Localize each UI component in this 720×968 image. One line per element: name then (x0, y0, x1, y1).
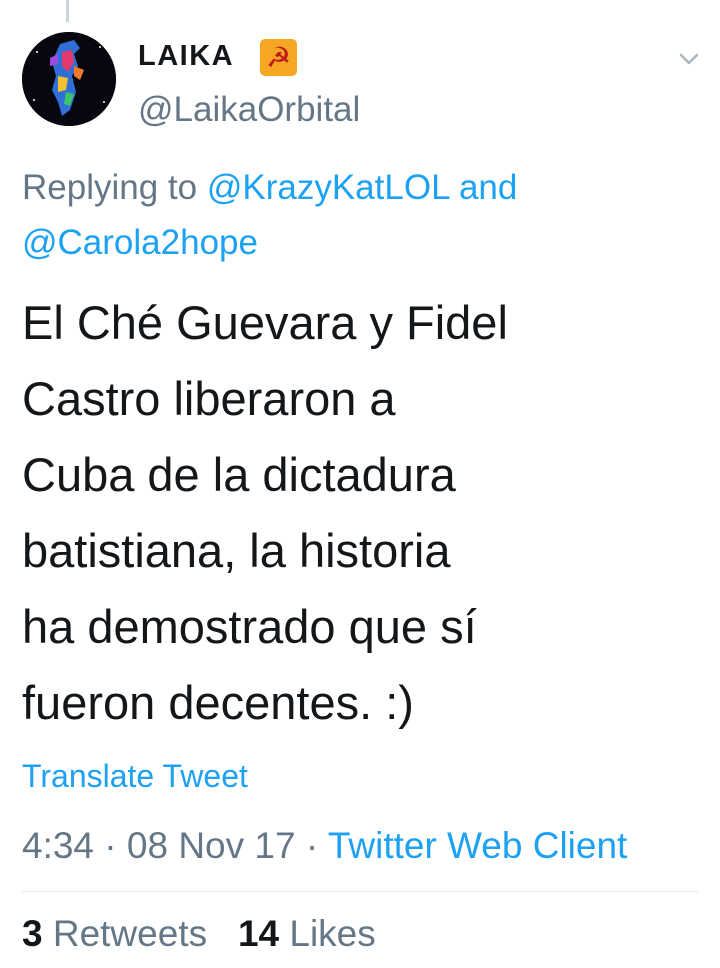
thread-connector-line (66, 0, 69, 22)
tweet-stats: 3 Retweets 14 Likes (22, 913, 376, 955)
avatar-image (22, 32, 116, 126)
translate-tweet-link[interactable]: Translate Tweet (22, 758, 248, 795)
tweet-metadata: 4:34 · 08 Nov 17 · Twitter Web Client (22, 825, 627, 867)
author-display-name[interactable]: LAIKA (138, 40, 234, 73)
replying-to-line: Replying to @KrazyKatLOL and @Carola2hop… (22, 160, 682, 270)
hammer-sickle-emoji-icon: ☭ (260, 39, 297, 76)
mention-link[interactable]: @Carola2hope (22, 223, 258, 262)
replying-conjunction: and (458, 168, 518, 207)
tweet-time: 4:34 (22, 825, 95, 866)
avatar[interactable] (22, 32, 116, 126)
retweets-stat[interactable]: 3 Retweets (22, 913, 207, 954)
retweets-count: 3 (22, 913, 43, 954)
likes-label: Likes (289, 913, 376, 954)
likes-stat[interactable]: 14 Likes (238, 913, 376, 954)
mention-link[interactable]: @KrazyKatLOL (207, 168, 449, 207)
meta-separator: · (104, 825, 117, 866)
author-handle[interactable]: @LaikaOrbital (138, 90, 360, 130)
meta-separator: · (305, 825, 319, 866)
replying-to-label: Replying to (22, 168, 198, 207)
divider (22, 891, 698, 892)
tweet-text: El Ché Guevara y Fidel Castro liberaron … (22, 296, 508, 729)
tweet-date: 08 Nov 17 (126, 825, 296, 866)
likes-count: 14 (237, 913, 280, 954)
chevron-down-icon[interactable] (676, 46, 702, 72)
tweet-client-link[interactable]: Twitter Web Client (328, 825, 628, 866)
retweets-label: Retweets (52, 913, 208, 954)
